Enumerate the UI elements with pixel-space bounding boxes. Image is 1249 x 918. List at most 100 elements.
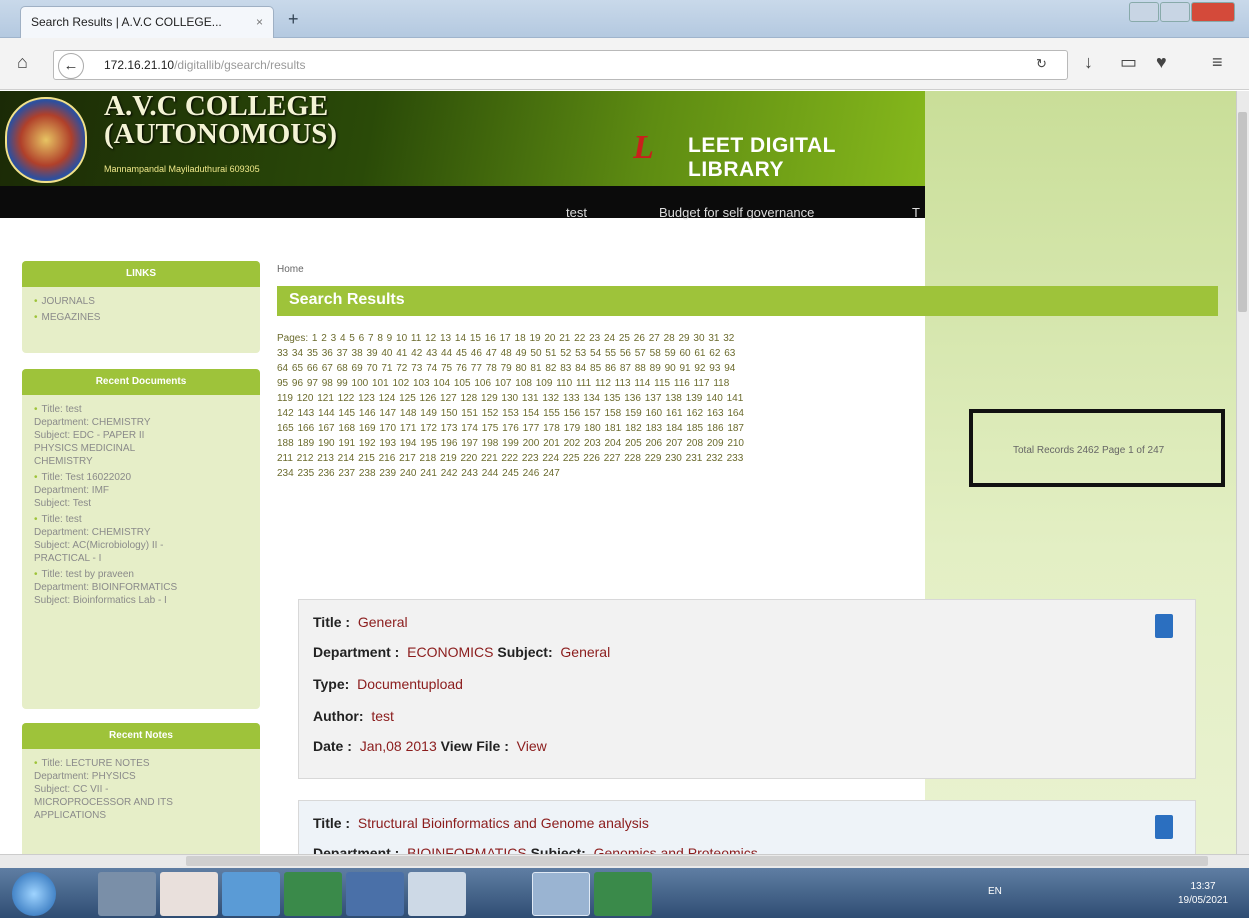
page-link[interactable]: 144 xyxy=(318,408,335,419)
page-link[interactable]: 37 xyxy=(337,348,348,359)
page-link[interactable]: 126 xyxy=(420,393,437,404)
home-icon[interactable]: ⌂ xyxy=(17,52,28,73)
page-link[interactable]: 116 xyxy=(674,378,690,389)
page-link[interactable]: 30 xyxy=(693,333,704,344)
breadcrumb[interactable]: Home xyxy=(277,264,304,275)
reload-icon[interactable]: ↻ xyxy=(1036,56,1047,72)
page-link[interactable]: 80 xyxy=(516,363,527,374)
view-file-link[interactable]: View xyxy=(517,738,547,754)
page-link[interactable]: 214 xyxy=(338,453,355,464)
recent-document-item[interactable]: • Title: test Department: CHEMISTRY Subject… xyxy=(34,513,250,565)
page-link[interactable]: 188 xyxy=(277,438,294,449)
page-link[interactable]: 246 xyxy=(523,468,540,479)
browser-tab[interactable]: Search Results | A.V.C COLLEGE... × xyxy=(20,6,274,38)
page-link[interactable]: 79 xyxy=(501,363,512,374)
page-link[interactable]: 209 xyxy=(707,438,724,449)
page-link[interactable]: 86 xyxy=(605,363,616,374)
new-tab-icon[interactable]: + xyxy=(288,9,299,30)
recent-document-item[interactable]: • Title: Test 16022020 Department: IMF Subj… xyxy=(34,471,250,510)
page-link[interactable]: 14 xyxy=(455,333,466,344)
page-link[interactable]: 44 xyxy=(441,348,452,359)
pdf-reader-icon[interactable] xyxy=(160,872,218,916)
nav-item-budget[interactable]: Budget for self governance xyxy=(659,205,814,220)
page-link[interactable]: 5 xyxy=(349,333,355,344)
page-link[interactable]: 52 xyxy=(560,348,571,359)
page-link[interactable]: 219 xyxy=(440,453,457,464)
page-link[interactable]: 173 xyxy=(441,423,458,434)
page-link[interactable]: 149 xyxy=(420,408,437,419)
page-link[interactable]: 64 xyxy=(277,363,288,374)
page-link[interactable]: 110 xyxy=(556,378,572,389)
page-link[interactable]: 203 xyxy=(584,438,601,449)
page-link[interactable]: 150 xyxy=(441,408,458,419)
page-link[interactable]: 140 xyxy=(706,393,723,404)
page-link[interactable]: 87 xyxy=(620,363,631,374)
start-button[interactable] xyxy=(12,872,56,916)
back-icon[interactable]: ← xyxy=(58,53,84,79)
page-link[interactable]: 228 xyxy=(624,453,641,464)
page-link[interactable]: 49 xyxy=(516,348,527,359)
page-link[interactable]: 122 xyxy=(338,393,355,404)
page-link[interactable]: 48 xyxy=(501,348,512,359)
page-link[interactable]: 195 xyxy=(420,438,437,449)
page-link[interactable]: 2 xyxy=(321,333,327,344)
page-link[interactable]: 94 xyxy=(724,363,735,374)
page-link[interactable]: 23 xyxy=(589,333,600,344)
nav-item-test[interactable]: test xyxy=(566,205,587,220)
page-link[interactable]: 100 xyxy=(352,378,369,389)
page-link[interactable]: 164 xyxy=(727,408,744,419)
recent-document-item[interactable]: • Title: test by praveen Department: BIOIN… xyxy=(34,568,250,607)
page-link[interactable]: 69 xyxy=(352,363,363,374)
page-link[interactable]: 102 xyxy=(392,378,409,389)
page-link[interactable]: 242 xyxy=(441,468,458,479)
page-link[interactable]: 112 xyxy=(595,378,611,389)
page-link[interactable]: 98 xyxy=(322,378,333,389)
page-link[interactable]: 17 xyxy=(500,333,511,344)
page-link[interactable]: 104 xyxy=(433,378,450,389)
page-link[interactable]: 95 xyxy=(277,378,288,389)
page-link[interactable]: 137 xyxy=(645,393,662,404)
page-link[interactable]: 62 xyxy=(709,348,720,359)
page-link[interactable]: 151 xyxy=(461,408,478,419)
page-link[interactable]: 129 xyxy=(481,393,498,404)
explorer-icon[interactable] xyxy=(98,872,156,916)
page-link[interactable]: 247 xyxy=(543,468,560,479)
page-link[interactable]: 205 xyxy=(625,438,642,449)
page-link[interactable]: 93 xyxy=(709,363,720,374)
page-link[interactable]: 51 xyxy=(545,348,556,359)
page-link[interactable]: 40 xyxy=(381,348,392,359)
page-link[interactable]: 42 xyxy=(411,348,422,359)
page-link[interactable]: 235 xyxy=(297,468,314,479)
page-link[interactable]: 10 xyxy=(396,333,407,344)
window-icon[interactable] xyxy=(408,872,466,916)
page-link[interactable]: 7 xyxy=(368,333,374,344)
page-link[interactable]: 142 xyxy=(277,408,294,419)
language-indicator[interactable]: EN xyxy=(988,886,1002,897)
page-link[interactable]: 133 xyxy=(563,393,580,404)
page-link[interactable]: 160 xyxy=(645,408,662,419)
page-link[interactable]: 231 xyxy=(686,453,703,464)
page-link[interactable]: 16 xyxy=(485,333,496,344)
page-link[interactable]: 163 xyxy=(707,408,724,419)
page-link[interactable]: 224 xyxy=(542,453,559,464)
page-link[interactable]: 154 xyxy=(523,408,540,419)
page-link[interactable]: 216 xyxy=(379,453,396,464)
page-link[interactable]: 145 xyxy=(338,408,355,419)
page-link[interactable]: 92 xyxy=(694,363,705,374)
page-link[interactable]: 82 xyxy=(545,363,556,374)
page-link[interactable]: 121 xyxy=(317,393,334,404)
page-link[interactable]: 138 xyxy=(665,393,682,404)
page-link[interactable]: 237 xyxy=(338,468,355,479)
page-link[interactable]: 153 xyxy=(502,408,519,419)
chrome-icon[interactable] xyxy=(594,872,652,916)
page-link[interactable]: 32 xyxy=(723,333,734,344)
sidebar-link[interactable]: • MEGAZINES xyxy=(34,311,250,324)
page-link[interactable]: 63 xyxy=(724,348,735,359)
page-link[interactable]: 83 xyxy=(560,363,571,374)
page-link[interactable]: 239 xyxy=(379,468,396,479)
page-link[interactable]: 88 xyxy=(635,363,646,374)
page-link[interactable]: 60 xyxy=(679,348,690,359)
page-link[interactable]: 227 xyxy=(604,453,621,464)
chrome-icon[interactable] xyxy=(284,872,342,916)
page-link[interactable]: 179 xyxy=(564,423,581,434)
